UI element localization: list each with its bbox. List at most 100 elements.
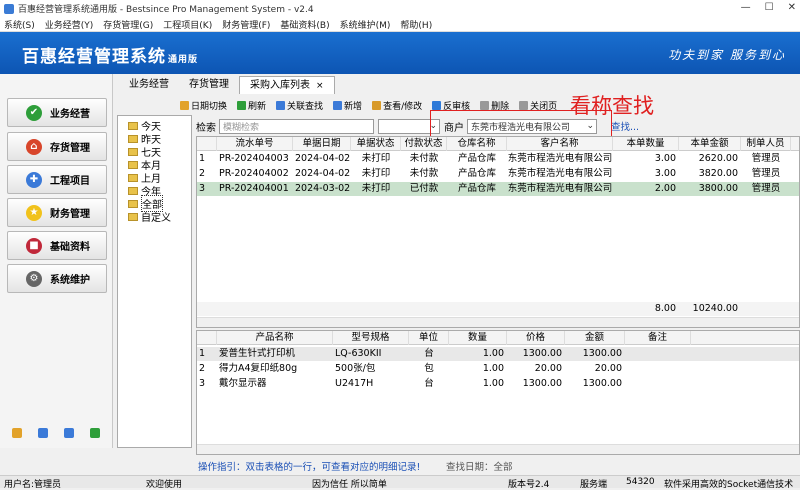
orders-header: 流水单号 单据日期 单据状态 付款状态 仓库名称 客户名称 本单数量 本单金额 … <box>197 137 799 151</box>
menu-finance[interactable]: 财务管理(F) <box>222 18 270 31</box>
status-motto: 因为信任 所以简单 <box>312 480 387 490</box>
col-price[interactable]: 价格 <box>507 331 565 345</box>
col-model[interactable]: 型号规格 <box>333 331 409 345</box>
totals-row: 8.00 10240.00 <box>197 302 799 316</box>
close-button[interactable]: ✕ <box>788 2 796 13</box>
minimize-button[interactable]: — <box>741 2 751 13</box>
book-icon: ■ <box>26 237 42 254</box>
tab-purchase-list[interactable]: 采购入库列表 × <box>239 76 335 94</box>
table-row[interactable]: 3 PR-202404001 2024-03-02 未打印 已付款 产品仓库 东… <box>197 182 799 196</box>
status-bar: 用户名:管理员 欢迎使用 因为信任 所以简单 版本号2.4 服务端 54320 … <box>0 475 800 490</box>
close-tab-icon[interactable]: × <box>316 81 324 91</box>
nav-project[interactable]: ✚ 工程项目 <box>7 165 107 194</box>
refresh-icon[interactable] <box>90 428 100 438</box>
items-header: 产品名称 型号规格 单位 数量 价格 金额 备注 <box>197 331 799 345</box>
gear-icon: ⚙ <box>26 270 42 287</box>
table-row[interactable]: 2 得力A4复印纸80g 500张/包 包 1.00 20.00 20.00 <box>197 362 799 376</box>
undo-icon <box>432 100 442 110</box>
nav-inventory[interactable]: ⌂ 存货管理 <box>7 132 107 161</box>
menu-business[interactable]: 业务经营(Y) <box>45 18 94 31</box>
menu-help[interactable]: 帮助(H) <box>400 18 432 31</box>
col-user[interactable]: 制单人员 <box>741 137 791 151</box>
tab-strip: 业务经营 存货管理 采购入库列表 × <box>113 74 800 94</box>
total-qty: 8.00 <box>654 303 676 314</box>
table-row[interactable]: 2 PR-202404002 2024-04-02 未打印 未付款 产品仓库 东… <box>197 167 799 181</box>
banner: 百惠经营管理系统 通用版 功夫到家 服务到心 <box>0 32 800 74</box>
edit-icon[interactable] <box>12 428 22 438</box>
col-pay[interactable]: 付款状态 <box>401 137 447 151</box>
col-unit[interactable]: 单位 <box>409 331 449 345</box>
refresh-button[interactable]: 刷新 <box>237 99 266 112</box>
nav-maintenance[interactable]: ⚙ 系统维护 <box>7 264 107 293</box>
items-grid: 产品名称 型号规格 单位 数量 价格 金额 备注 1 爱普生针式打印机 LQ-6… <box>196 330 800 455</box>
view-edit-button[interactable]: 查看/修改 <box>372 99 422 112</box>
folder-icon <box>128 199 138 208</box>
date-switch-button[interactable]: 日期切换 <box>180 99 227 112</box>
nav-business[interactable]: ✔ 业务经营 <box>7 98 107 127</box>
horizontal-scrollbar[interactable] <box>197 444 799 454</box>
app-icon <box>4 3 14 14</box>
col-item-qty[interactable]: 数量 <box>449 331 507 345</box>
folder-icon <box>128 173 138 182</box>
folder-icon <box>128 186 138 195</box>
nav-basic-data[interactable]: ■ 基础资料 <box>7 231 107 260</box>
brand-title: 百惠经营管理系统 通用版 <box>22 47 199 67</box>
tree-custom[interactable]: 自定义 <box>118 210 191 224</box>
calendar-icon <box>180 100 189 110</box>
menu-basic-data[interactable]: 基础资料(B) <box>280 18 329 31</box>
annotation-text: 看称查找 <box>570 94 654 118</box>
status-port: 54320 <box>626 477 655 487</box>
col-product[interactable]: 产品名称 <box>217 331 333 345</box>
menu-maintenance[interactable]: 系统维护(M) <box>340 18 391 31</box>
menu-system[interactable]: 系统(S) <box>4 18 35 31</box>
window-title: 百惠经营管理系统通用版 - Bestsince Pro Management S… <box>18 5 314 15</box>
col-amount[interactable]: 本单金额 <box>679 137 741 151</box>
hint-bar: 操作指引：双击表格的一行，可查看对应的明细记录! 查找日期：全部 <box>196 457 800 473</box>
table-row[interactable]: 1 PR-202404003 2024-04-02 未打印 未付款 产品仓库 东… <box>197 152 799 166</box>
title-bar: 百惠经营管理系统通用版 - Bestsince Pro Management S… <box>0 0 800 17</box>
tab-business[interactable]: 业务经营 <box>119 76 179 94</box>
col-warehouse[interactable]: 仓库名称 <box>447 137 507 151</box>
col-code[interactable]: 流水单号 <box>217 137 293 151</box>
puzzle-icon: ✚ <box>26 171 42 188</box>
info-icon[interactable] <box>38 428 48 438</box>
search-icon[interactable] <box>64 428 74 438</box>
house-icon: ⌂ <box>26 138 42 155</box>
hint-text: 操作指引：双击表格的一行，可查看对应的明细记录! <box>198 462 421 473</box>
plus-icon <box>333 100 343 110</box>
query-date: 查找日期：全部 <box>446 462 513 473</box>
menu-bar: 系统(S) 业务经营(Y) 存货管理(G) 工程项目(K) 财务管理(F) 基础… <box>0 17 800 32</box>
table-row[interactable]: 1 爱普生针式打印机 LQ-630KII 台 1.00 1300.00 1300… <box>197 347 799 361</box>
status-version: 版本号2.4 <box>508 480 550 490</box>
folder-icon <box>128 147 138 156</box>
status-user: 用户名:管理员 <box>4 480 62 490</box>
nav-finance[interactable]: ★ 财务管理 <box>7 198 107 227</box>
col-remark[interactable]: 备注 <box>625 331 691 345</box>
date-filter-tree: 今天 昨天 七天 本月 上月 今年 全部 自定义 <box>117 115 192 448</box>
tab-inventory[interactable]: 存货管理 <box>179 76 239 94</box>
linked-find-button[interactable]: 关联查找 <box>276 99 323 112</box>
menu-project[interactable]: 工程项目(K) <box>163 18 212 31</box>
orders-grid: 流水单号 单据日期 单据状态 付款状态 仓库名称 客户名称 本单数量 本单金额 … <box>196 136 800 328</box>
maximize-button[interactable]: ☐ <box>765 2 774 13</box>
search-label: 检索 <box>196 122 216 134</box>
edit-icon <box>372 100 382 110</box>
search-input[interactable]: 模糊检索 <box>219 118 374 134</box>
left-nav: ✔ 业务经营 ⌂ 存货管理 ✚ 工程项目 ★ 财务管理 ■ 基础资料 ⚙ 系统维护 <box>0 74 113 448</box>
col-item-amount[interactable]: 金额 <box>565 331 625 345</box>
col-qty[interactable]: 本单数量 <box>613 137 679 151</box>
folder-icon <box>128 134 138 143</box>
add-button[interactable]: 新增 <box>333 99 362 112</box>
col-date[interactable]: 单据日期 <box>293 137 351 151</box>
col-status[interactable]: 单据状态 <box>351 137 401 151</box>
folder-icon <box>128 121 138 130</box>
close-icon <box>519 100 529 110</box>
star-icon: ★ <box>26 204 42 221</box>
table-row[interactable]: 3 戴尔显示器 U2417H 台 1.00 1300.00 1300.00 <box>197 377 799 391</box>
horizontal-scrollbar[interactable] <box>197 317 799 327</box>
status-server: 服务端 <box>580 480 608 490</box>
menu-inventory[interactable]: 存货管理(G) <box>103 18 153 31</box>
col-customer[interactable]: 客户名称 <box>507 137 613 151</box>
folder-icon <box>128 160 138 169</box>
find-link[interactable]: 查找... <box>611 119 639 133</box>
